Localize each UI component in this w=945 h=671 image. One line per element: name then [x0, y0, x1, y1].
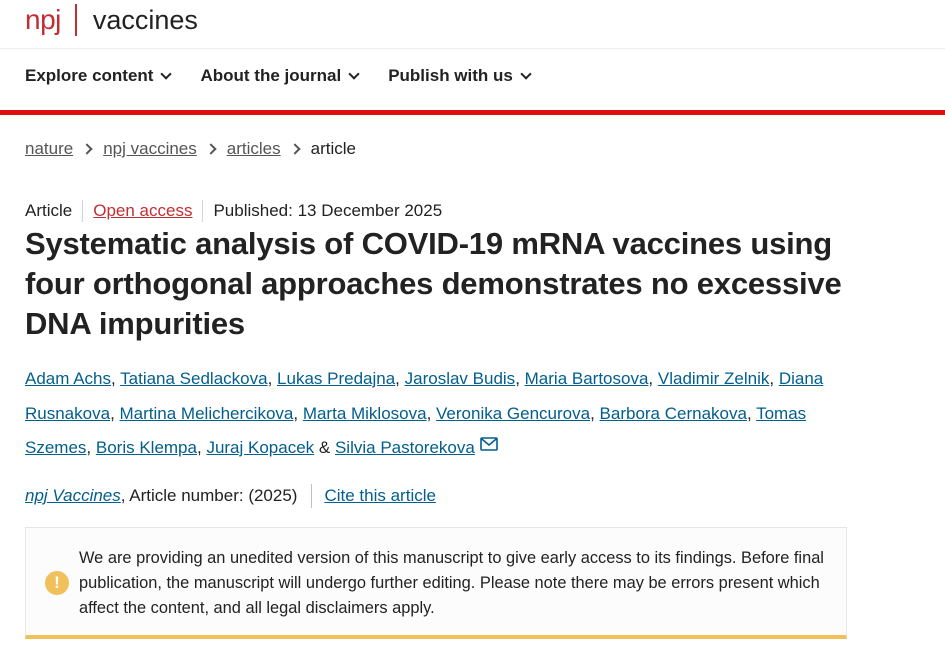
chevron-right-icon — [288, 143, 301, 155]
citation-divider — [311, 484, 313, 508]
chevron-down-icon — [160, 68, 173, 80]
author-separator: , — [267, 369, 278, 388]
nav-explore-content[interactable]: Explore content — [25, 66, 173, 86]
author-link[interactable]: Martina Melichercikova — [120, 404, 294, 423]
meta-divider — [82, 200, 84, 222]
nav-label: About the journal — [200, 66, 342, 85]
author-separator: , — [110, 403, 120, 423]
unedited-manuscript-notice: ! We are providing an unedited version o… — [25, 527, 847, 639]
journal-name-link[interactable]: npj Vaccines — [25, 486, 121, 506]
author-separator: , — [395, 369, 405, 388]
nav-label: Publish with us — [388, 66, 513, 85]
author-link[interactable]: Boris Klempa — [96, 438, 197, 457]
author-link[interactable]: Silvia Pastorekova — [335, 438, 475, 457]
author-link[interactable]: Barbora Cernakova — [600, 404, 747, 423]
article-meta: Article Open access Published: 13 Decemb… — [25, 200, 442, 222]
logo-title: vaccines — [92, 4, 198, 35]
warning-icon: ! — [45, 571, 69, 595]
logo-npj: npj — [25, 4, 61, 35]
cite-this-article-link[interactable]: Cite this article — [324, 486, 435, 506]
chevron-right-icon — [81, 143, 93, 155]
site-header: npj vaccines — [0, 0, 945, 49]
chevron-right-icon — [205, 143, 217, 155]
breadcrumb: nature npj vaccines articles article — [25, 139, 356, 159]
email-icon[interactable] — [480, 437, 498, 451]
author-separator: , — [515, 369, 525, 388]
author-separator: , — [86, 438, 96, 457]
author-separator: , — [111, 369, 121, 388]
notice-text: We are providing an unedited version of … — [79, 549, 824, 617]
chevron-down-icon — [520, 68, 532, 80]
author-separator: , — [293, 403, 303, 423]
author-link[interactable]: Jaroslav Budis — [405, 369, 516, 388]
author-separator: , — [769, 369, 779, 388]
breadcrumb-current: article — [310, 139, 356, 158]
published-date: Published: 13 December 2025 — [213, 201, 443, 220]
breadcrumb-nature[interactable]: nature — [25, 139, 73, 159]
author-link[interactable]: Juraj Kopacek — [206, 438, 314, 457]
open-access-link[interactable]: Open access — [93, 201, 192, 221]
logo-divider — [74, 4, 77, 36]
nav-publish-with-us[interactable]: Publish with us — [388, 66, 532, 86]
article-number: , Article number: (2025) — [120, 486, 298, 505]
nav-divider-bar — [0, 110, 945, 115]
author-link[interactable]: Lukas Predajna — [277, 369, 395, 388]
author-separator: , — [426, 403, 437, 423]
journal-logo[interactable]: npj vaccines — [25, 0, 198, 40]
chevron-down-icon — [348, 68, 360, 80]
author-link[interactable]: Vladimir Zelnik — [658, 369, 769, 388]
article-title: Systematic analysis of COVID-19 mRNA vac… — [25, 226, 842, 341]
citation-line: npj Vaccines , Article number: (2025) Ci… — [25, 484, 436, 508]
author-separator: , — [746, 403, 757, 423]
author-link[interactable]: Marta Miklosova — [303, 404, 427, 423]
author-list: Adam Achs, Tatiana Sedlackova, Lukas Pre… — [25, 362, 865, 466]
nav-about-journal[interactable]: About the journal — [200, 66, 360, 86]
breadcrumb-articles[interactable]: articles — [227, 139, 281, 159]
author-separator: , — [590, 403, 600, 423]
breadcrumb-npj-vaccines[interactable]: npj vaccines — [103, 139, 197, 159]
nav-label: Explore content — [25, 66, 154, 85]
author-link[interactable]: Veronika Gencurova — [436, 404, 590, 423]
author-link[interactable]: Maria Bartosova — [525, 369, 649, 388]
author-link[interactable]: Tatiana Sedlackova — [120, 369, 267, 388]
meta-divider — [202, 200, 204, 222]
author-separator: , — [648, 369, 658, 388]
author-separator: & — [314, 438, 335, 457]
main-nav: Explore content About the journal Publis… — [25, 66, 560, 86]
author-link[interactable]: Adam Achs — [25, 369, 111, 388]
article-type: Article — [25, 201, 73, 220]
